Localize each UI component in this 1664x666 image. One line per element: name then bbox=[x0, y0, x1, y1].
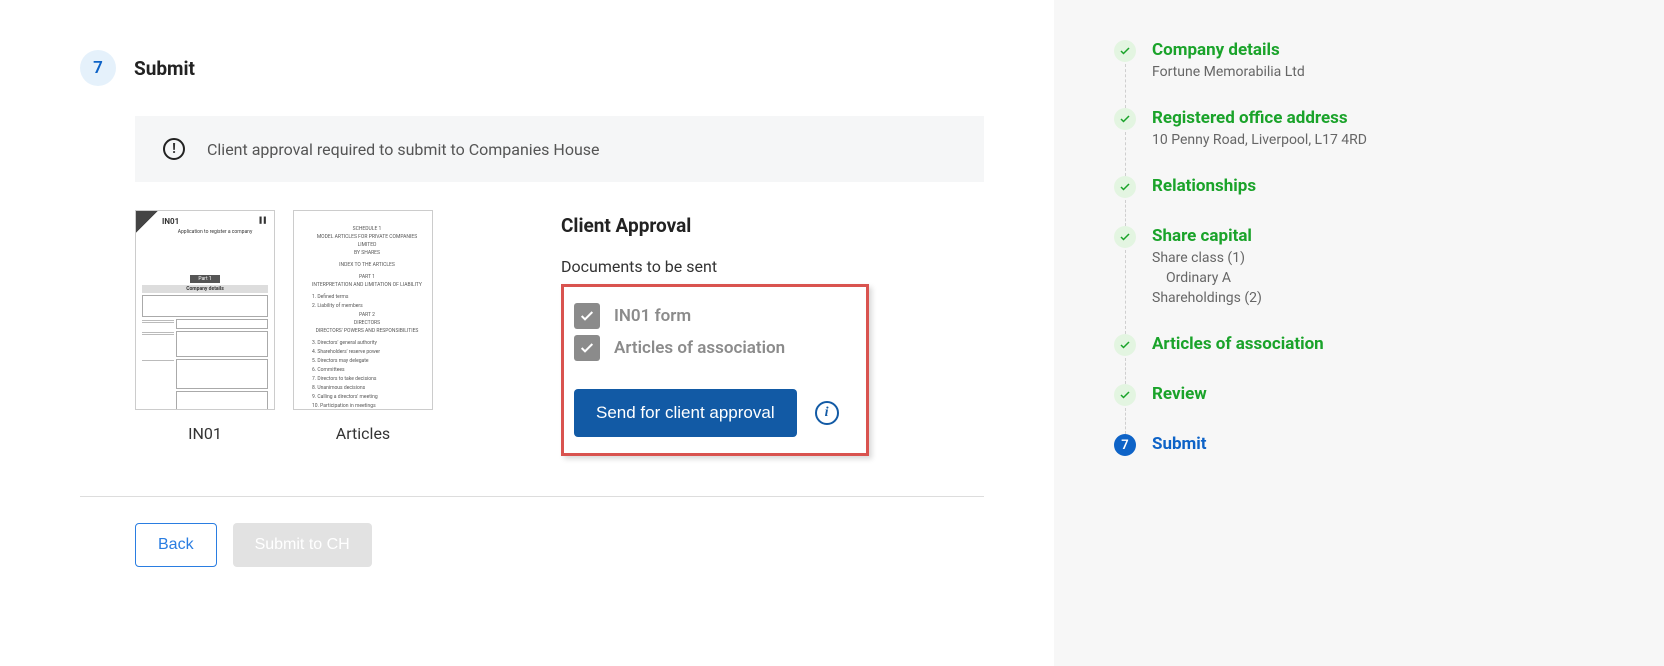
doc-check-articles[interactable]: Articles of association bbox=[574, 335, 856, 361]
doc-check-articles-label: Articles of association bbox=[614, 338, 785, 358]
sidebar-title: Company details bbox=[1152, 40, 1305, 60]
sidebar-sub: 10 Penny Road, Liverpool, L17 4RD bbox=[1152, 132, 1367, 148]
step-title: Submit bbox=[134, 57, 195, 80]
sidebar-title: Share capital bbox=[1152, 226, 1262, 246]
check-icon bbox=[1114, 384, 1136, 406]
sidebar-title: Registered office address bbox=[1152, 108, 1367, 128]
doc-check-in01[interactable]: IN01 form bbox=[574, 303, 856, 329]
check-icon bbox=[1114, 334, 1136, 356]
approval-alert: ! Client approval required to submit to … bbox=[135, 116, 984, 182]
corner-fold-icon bbox=[136, 211, 158, 233]
doc-check-in01-label: IN01 form bbox=[614, 306, 691, 326]
main-content: 7 Submit ! Client approval required to s… bbox=[0, 0, 1054, 666]
step-header: 7 Submit bbox=[80, 50, 1004, 86]
divider bbox=[80, 496, 984, 497]
sidebar-title: Submit bbox=[1152, 434, 1207, 454]
back-button[interactable]: Back bbox=[135, 523, 217, 567]
sidebar-title: Articles of association bbox=[1152, 334, 1324, 354]
sidebar-item-submit[interactable]: 7 Submit bbox=[1114, 434, 1604, 456]
sidebar-item-company-details[interactable]: Company details Fortune Memorabilia Ltd bbox=[1114, 40, 1604, 80]
alert-text: Client approval required to submit to Co… bbox=[207, 140, 600, 159]
sidebar-item-registered-office[interactable]: Registered office address 10 Penny Road,… bbox=[1114, 108, 1604, 148]
doc-thumb-in01: IN01▌▌ Application to register a company… bbox=[135, 210, 275, 410]
alert-icon: ! bbox=[163, 138, 185, 160]
doc-label-in01: IN01 bbox=[135, 424, 275, 443]
check-icon bbox=[1114, 226, 1136, 248]
sidebar-title: Relationships bbox=[1152, 176, 1256, 196]
highlight-box: IN01 form Articles of association Send f… bbox=[561, 284, 869, 456]
sidebar-sub: Shareholdings (2) bbox=[1152, 290, 1262, 306]
sidebar-item-review[interactable]: Review bbox=[1114, 384, 1604, 406]
step-number-badge: 7 bbox=[80, 50, 116, 86]
doc-preview-in01[interactable]: IN01▌▌ Application to register a company… bbox=[135, 210, 275, 456]
sidebar-sub: Share class (1) bbox=[1152, 250, 1262, 266]
sidebar-title: Review bbox=[1152, 384, 1207, 404]
submit-to-ch-button: Submit to CH bbox=[233, 523, 372, 567]
send-for-approval-button[interactable]: Send for client approval bbox=[574, 389, 797, 437]
sidebar-sub: Fortune Memorabilia Ltd bbox=[1152, 64, 1305, 80]
footer-buttons: Back Submit to CH bbox=[135, 523, 1004, 567]
check-icon bbox=[1114, 40, 1136, 62]
client-approval-section: Client Approval Documents to be sent IN0… bbox=[561, 210, 1004, 456]
progress-list: Company details Fortune Memorabilia Ltd … bbox=[1114, 40, 1604, 456]
checkbox-checked-icon bbox=[574, 335, 600, 361]
sidebar-item-share-capital[interactable]: Share capital Share class (1) Ordinary A… bbox=[1114, 226, 1604, 306]
doc-preview-articles[interactable]: SCHEDULE 1MODEL ARTICLES FOR PRIVATE COM… bbox=[293, 210, 433, 456]
client-approval-heading: Client Approval bbox=[561, 214, 1004, 237]
sidebar-sub: Ordinary A bbox=[1152, 270, 1262, 286]
check-icon bbox=[1114, 176, 1136, 198]
checkbox-checked-icon bbox=[574, 303, 600, 329]
send-row: Send for client approval i bbox=[574, 389, 856, 437]
sidebar-item-relationships[interactable]: Relationships bbox=[1114, 176, 1604, 198]
content-row: IN01▌▌ Application to register a company… bbox=[135, 210, 1004, 456]
doc-thumb-articles: SCHEDULE 1MODEL ARTICLES FOR PRIVATE COM… bbox=[293, 210, 433, 410]
doc-label-articles: Articles bbox=[293, 424, 433, 443]
step-number-icon: 7 bbox=[1114, 434, 1136, 456]
docs-to-send-label: Documents to be sent bbox=[561, 257, 1004, 276]
progress-sidebar: Company details Fortune Memorabilia Ltd … bbox=[1054, 0, 1664, 666]
info-icon[interactable]: i bbox=[815, 401, 839, 425]
check-icon bbox=[1114, 108, 1136, 130]
document-previews: IN01▌▌ Application to register a company… bbox=[135, 210, 433, 456]
sidebar-item-articles[interactable]: Articles of association bbox=[1114, 334, 1604, 356]
